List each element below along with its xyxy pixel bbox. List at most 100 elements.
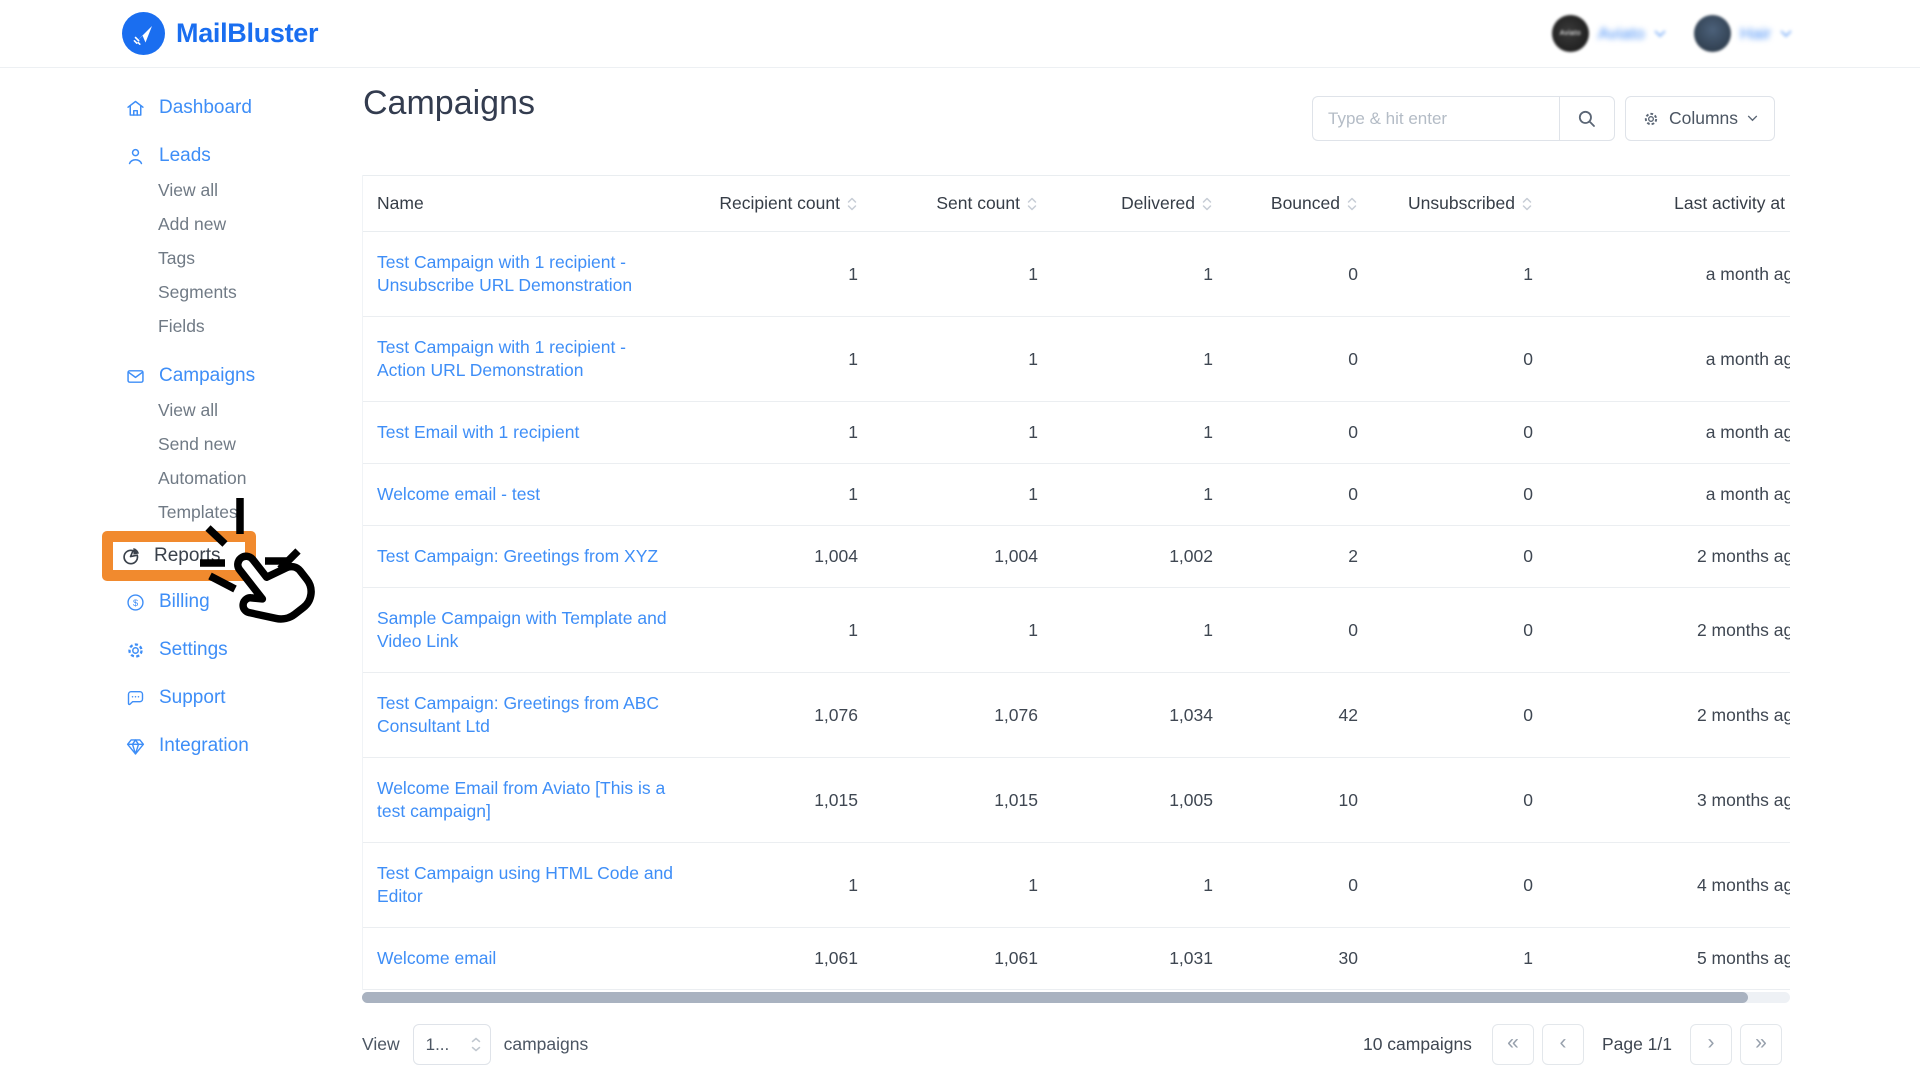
column-header-unsubscribed[interactable]: Unsubscribed <box>1373 175 1548 232</box>
svg-text:$: $ <box>133 598 138 608</box>
sidebar-item-campaigns-templates[interactable]: Templates <box>125 499 358 525</box>
sidebar-item-leads-add-new[interactable]: Add new <box>125 211 358 237</box>
last-activity-cell: 5 months ago <box>1548 927 1790 990</box>
campaign-link[interactable]: Test Campaign with 1 recipient - Action … <box>377 336 677 382</box>
unsubscribed-cell: 0 <box>1373 316 1548 402</box>
bounced-cell: 0 <box>1228 401 1373 464</box>
recipient-count-cell: 1 <box>703 231 873 317</box>
last-activity-cell: 2 months ago <box>1548 525 1790 588</box>
unsubscribed-cell: 0 <box>1373 587 1548 673</box>
column-header-name: Name <box>363 175 703 232</box>
search-button[interactable] <box>1559 96 1615 141</box>
page-size-stepper[interactable]: 1... <box>412 1024 491 1065</box>
campaign-link[interactable]: Test Email with 1 recipient <box>377 421 579 444</box>
previous-page-button[interactable]: ‹ <box>1541 1024 1584 1065</box>
total-campaigns-label: 10 campaigns <box>1362 1034 1472 1054</box>
campaign-link[interactable]: Test Campaign using HTML Code and Editor <box>377 862 677 908</box>
campaign-link[interactable]: Welcome email <box>377 947 496 970</box>
sidebar-item-campaigns[interactable]: Campaigns <box>125 363 358 389</box>
sidebar-item-support[interactable]: Support <box>125 685 358 711</box>
delivered-cell: 1,031 <box>1053 927 1228 990</box>
account-menu-user[interactable]: Hair <box>1693 15 1792 52</box>
bounced-cell: 10 <box>1228 757 1373 843</box>
account-name: Aviato <box>1597 23 1645 43</box>
page-title: Campaigns <box>363 84 535 122</box>
sidebar-item-reports[interactable]: Reports <box>102 531 256 581</box>
sidebar-item-dashboard[interactable]: Dashboard <box>125 95 358 121</box>
recipient-count-cell: 1,004 <box>703 525 873 588</box>
bounced-cell: 0 <box>1228 842 1373 928</box>
campaign-link[interactable]: Welcome email - test <box>377 483 540 506</box>
delivered-cell: 1 <box>1053 231 1228 317</box>
sent-count-cell: 1 <box>873 401 1053 464</box>
sidebar-item-billing[interactable]: $ Billing <box>125 589 358 615</box>
last-activity-cell: 4 months ago <box>1548 842 1790 928</box>
sidebar-item-leads-fields[interactable]: Fields <box>125 313 358 339</box>
delivered-cell: 1 <box>1053 401 1228 464</box>
table-row: Welcome email - test 1 1 1 0 0 a month a… <box>363 463 1790 526</box>
scrollbar-thumb[interactable] <box>362 992 1748 1003</box>
avatar <box>1693 15 1731 52</box>
bounced-cell: 42 <box>1228 672 1373 758</box>
campaign-link[interactable]: Test Campaign with 1 recipient - Unsubsc… <box>377 251 677 297</box>
column-header-sent-count[interactable]: Sent count <box>873 175 1053 232</box>
mailbluster-logo-icon <box>122 12 165 55</box>
bounced-cell: 0 <box>1228 587 1373 673</box>
campaign-link[interactable]: Welcome Email from Aviato [This is a tes… <box>377 777 677 823</box>
table-row: Test Campaign with 1 recipient - Action … <box>363 316 1790 402</box>
campaign-link[interactable]: Test Campaign: Greetings from XYZ <box>377 545 658 568</box>
next-page-button[interactable]: › <box>1690 1024 1732 1065</box>
sent-count-cell: 1 <box>873 316 1053 402</box>
first-page-button[interactable]: « <box>1491 1024 1534 1065</box>
sidebar-item-label: Integration <box>159 735 249 756</box>
sidebar-item-campaigns-view-all[interactable]: View all <box>125 397 358 423</box>
unsubscribed-cell: 0 <box>1373 463 1548 526</box>
sidebar-item-leads-tags[interactable]: Tags <box>125 245 358 271</box>
column-header-recipient-count[interactable]: Recipient count <box>703 175 873 232</box>
sidebar-item-leads-view-all[interactable]: View all <box>125 177 358 203</box>
gear-icon <box>1644 112 1658 125</box>
dollar-circle-icon: $ <box>127 593 144 611</box>
campaign-link[interactable]: Test Campaign: Greetings from ABC Consul… <box>377 692 677 738</box>
campaign-link[interactable]: Sample Campaign with Template and Video … <box>377 607 677 653</box>
delivered-cell: 1,034 <box>1053 672 1228 758</box>
column-header-delivered[interactable]: Delivered <box>1053 175 1228 232</box>
sort-icon <box>847 197 857 211</box>
delivered-cell: 1 <box>1053 842 1228 928</box>
sent-count-cell: 1,076 <box>873 672 1053 758</box>
unsubscribed-cell: 0 <box>1373 757 1548 843</box>
brand-name: MailBluster <box>176 18 319 48</box>
delivered-cell: 1,002 <box>1053 525 1228 588</box>
table-row: Welcome Email from Aviato [This is a tes… <box>363 757 1790 843</box>
table-header-row: Name Recipient count Sent count Delivere… <box>363 175 1790 232</box>
last-activity-cell: 3 months ago <box>1548 757 1790 843</box>
sidebar-item-leads[interactable]: Leads <box>125 143 358 169</box>
table-row: Welcome email 1,061 1,061 1,031 30 1 5 m… <box>363 927 1790 990</box>
last-activity-cell: 2 months ago <box>1548 587 1790 673</box>
sidebar-item-label: Billing <box>159 591 210 612</box>
sidebar-item-leads-segments[interactable]: Segments <box>125 279 358 305</box>
column-header-last-activity[interactable]: Last activity at <box>1548 175 1790 232</box>
sent-count-cell: 1,061 <box>873 927 1053 990</box>
bounced-cell: 0 <box>1228 316 1373 402</box>
sidebar-item-campaigns-automation[interactable]: Automation <box>125 465 358 491</box>
sidebar-item-campaigns-send-new[interactable]: Send new <box>125 431 358 457</box>
columns-button[interactable]: Columns <box>1625 96 1775 141</box>
recipient-count-cell: 1 <box>703 316 873 402</box>
brand[interactable]: MailBluster <box>122 12 319 55</box>
page-indicator: Page 1/1 <box>1601 1034 1672 1054</box>
column-header-bounced[interactable]: Bounced <box>1228 175 1373 232</box>
account-menu-aviato[interactable]: Aviato Aviato <box>1551 15 1666 52</box>
sidebar-item-integration[interactable]: Integration <box>125 733 358 759</box>
sidebar-item-label: Dashboard <box>159 97 252 118</box>
last-page-button[interactable]: » <box>1740 1024 1782 1065</box>
horizontal-scrollbar[interactable] <box>362 992 1790 1003</box>
sent-count-cell: 1,004 <box>873 525 1053 588</box>
page-size-value: 1... <box>425 1034 450 1054</box>
bounced-cell: 30 <box>1228 927 1373 990</box>
columns-button-label: Columns <box>1668 108 1739 128</box>
search-input[interactable] <box>1312 96 1559 141</box>
table-row: Test Email with 1 recipient 1 1 1 0 0 a … <box>363 401 1790 464</box>
campaigns-table-body: Test Campaign with 1 recipient - Unsubsc… <box>363 231 1790 990</box>
sidebar-item-settings[interactable]: Settings <box>125 637 358 663</box>
